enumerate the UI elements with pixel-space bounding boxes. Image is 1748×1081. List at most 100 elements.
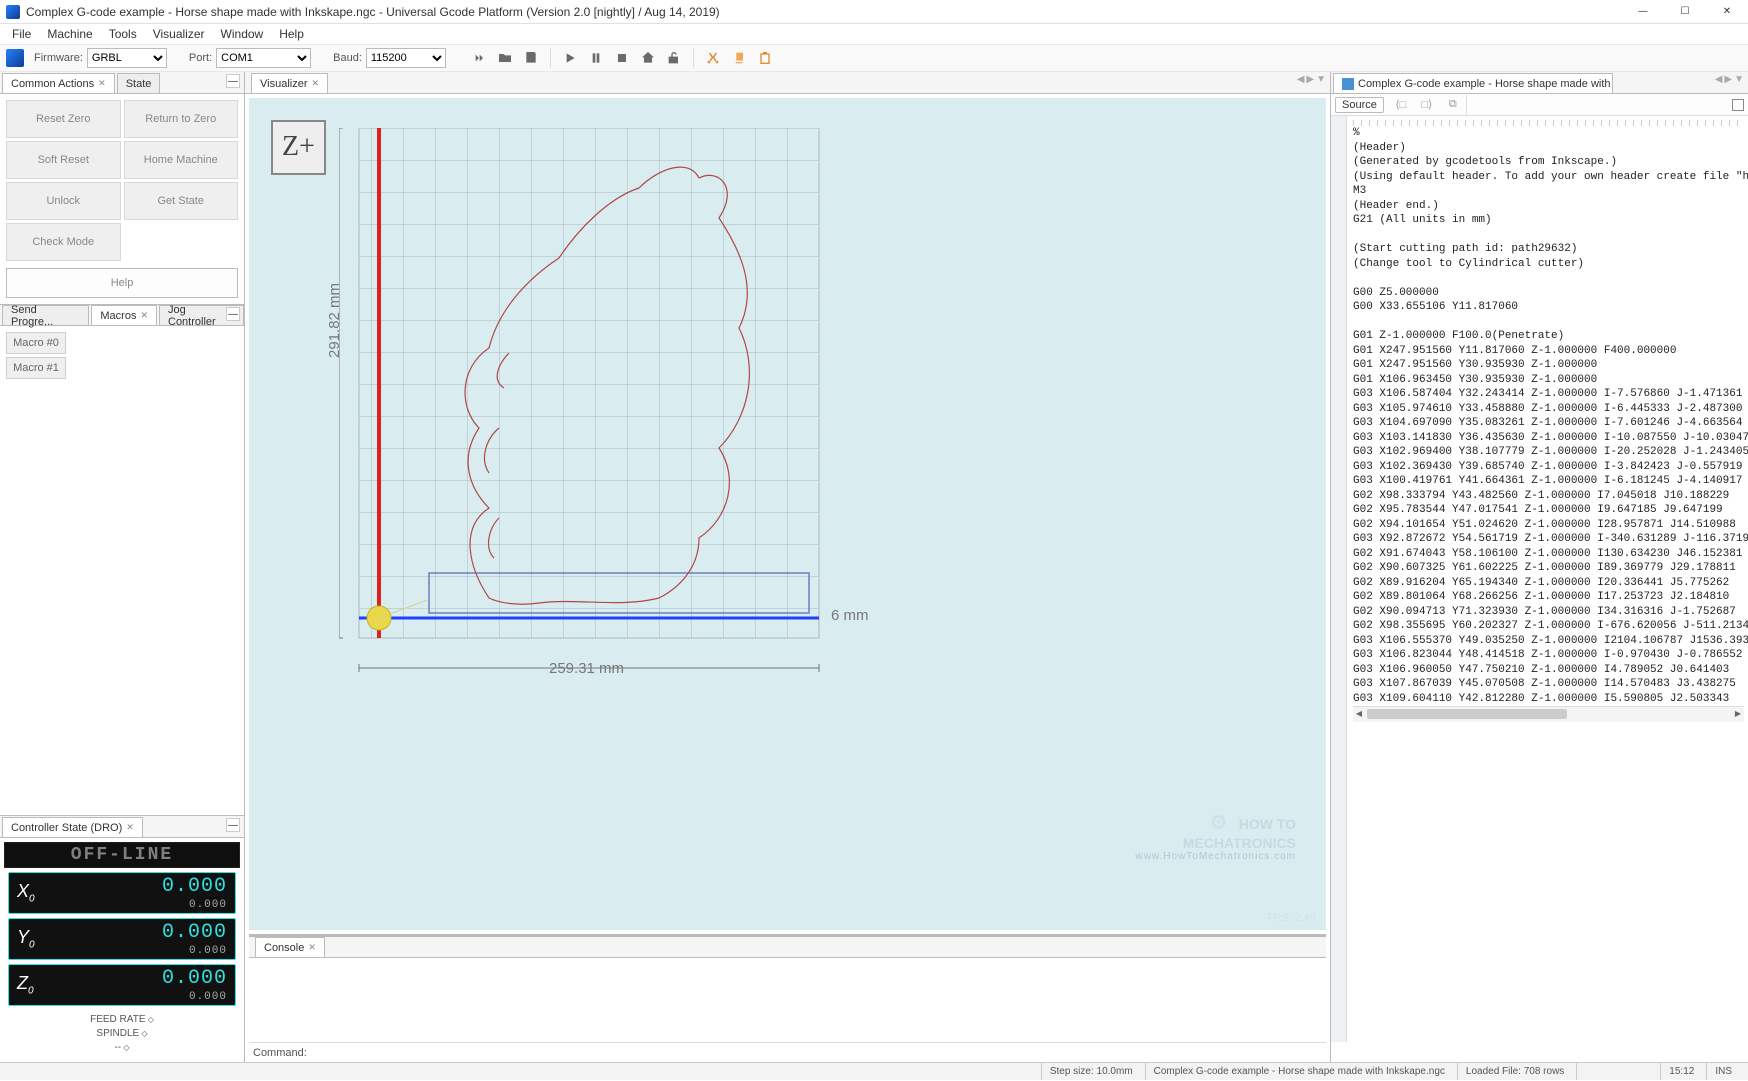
macro-0-button[interactable]: Macro #0 — [6, 332, 66, 354]
tab-console[interactable]: Console✕ — [255, 937, 325, 957]
connect-icon[interactable] — [468, 47, 490, 69]
command-input[interactable] — [311, 1047, 1322, 1059]
home-icon[interactable] — [637, 47, 659, 69]
history-back-icon[interactable]: ⟨□ — [1392, 96, 1410, 114]
firmware-label: Firmware: — [34, 52, 83, 64]
menu-tools[interactable]: Tools — [101, 25, 145, 43]
console-output[interactable] — [249, 958, 1326, 1042]
divider — [550, 48, 551, 68]
menu-visualizer[interactable]: Visualizer — [145, 25, 213, 43]
gutter — [1331, 116, 1347, 1042]
fps-label: FPS: 2.45 — [1267, 912, 1316, 924]
tab-controller-state[interactable]: Controller State (DRO)✕ — [2, 817, 143, 837]
close-icon[interactable]: ✕ — [312, 78, 320, 89]
menu-file[interactable]: File — [4, 25, 39, 43]
console-panel: Console✕ Command: — [249, 934, 1326, 1062]
return-to-zero-button[interactable]: Return to Zero — [124, 100, 239, 138]
help-button[interactable]: Help — [6, 268, 238, 298]
actions-tab-strip: Common Actions✕ State — — [0, 72, 244, 94]
source-subtab[interactable]: Source — [1335, 97, 1384, 113]
axis-z-label: Z0 — [17, 973, 34, 997]
minimize-button[interactable]: — — [1622, 0, 1664, 24]
tab-send-progress[interactable]: Send Progre... — [2, 305, 89, 325]
nav-right-icon[interactable]: ▶ — [1306, 74, 1314, 85]
unlock-button[interactable]: Unlock — [6, 182, 121, 220]
tab-file[interactable]: Complex G-code example - Horse shape mad… — [1333, 73, 1613, 93]
play-icon[interactable] — [559, 47, 581, 69]
close-icon[interactable]: ✕ — [140, 310, 148, 321]
divider — [693, 48, 694, 68]
cut-icon[interactable] — [702, 47, 724, 69]
paste-icon[interactable] — [754, 47, 776, 69]
macro-1-button[interactable]: Macro #1 — [6, 357, 66, 379]
scroll-right-icon[interactable]: ▶ — [1732, 709, 1744, 721]
history-fwd-icon[interactable]: □⟩ — [1418, 96, 1436, 114]
scroll-left-icon[interactable]: ◀ — [1353, 709, 1365, 721]
pause-icon[interactable] — [585, 47, 607, 69]
nav-down-icon[interactable]: ▼ — [1734, 74, 1744, 85]
port-select[interactable]: COM1 — [216, 48, 311, 68]
minimize-panel-icon[interactable]: — — [226, 74, 240, 88]
axis-x-machine: 0.000 — [189, 899, 227, 911]
save-icon[interactable] — [520, 47, 542, 69]
scroll-thumb[interactable] — [1367, 709, 1567, 719]
gcode-text: % (Header) (Generated by gcodetools from… — [1353, 126, 1744, 706]
axis-x[interactable]: X0 0.000 0.000 — [8, 872, 236, 914]
dash: -- — [114, 1042, 129, 1053]
close-icon[interactable]: ✕ — [308, 942, 316, 953]
command-label: Command: — [253, 1047, 307, 1059]
tab-common-actions[interactable]: Common Actions✕ — [2, 73, 115, 93]
main-layout: Common Actions✕ State — Reset Zero Retur… — [0, 72, 1748, 1062]
app-icon-small — [6, 49, 24, 67]
file-icon — [1342, 78, 1354, 90]
axis-x-label: X0 — [17, 881, 35, 905]
maximize-editor-icon[interactable] — [1732, 99, 1744, 111]
get-state-button[interactable]: Get State — [124, 182, 239, 220]
z-plus-button[interactable]: Z+ — [271, 120, 326, 175]
soft-reset-button[interactable]: Soft Reset — [6, 141, 121, 179]
command-row: Command: — [249, 1042, 1326, 1062]
dro-panel: Controller State (DRO)✕ — OFF-LINE X0 0.… — [0, 815, 244, 1062]
close-icon[interactable]: ✕ — [126, 822, 134, 833]
firmware-select[interactable]: GRBL — [87, 48, 167, 68]
copy-icon[interactable] — [728, 47, 750, 69]
diff-icon[interactable]: ⧉ — [1444, 96, 1462, 114]
left-pane: Common Actions✕ State — Reset Zero Retur… — [0, 72, 245, 1062]
dim-x-label: 259.31 mm — [549, 660, 624, 677]
menu-window[interactable]: Window — [213, 25, 272, 43]
nav-down-icon[interactable]: ▼ — [1316, 74, 1326, 85]
visualizer-canvas[interactable]: Z+ — [249, 98, 1326, 930]
baud-label: Baud: — [333, 52, 362, 64]
tab-macros[interactable]: Macros✕ — [91, 305, 157, 325]
h-scrollbar[interactable]: ◀ ▶ — [1353, 706, 1744, 722]
reset-zero-button[interactable]: Reset Zero — [6, 100, 121, 138]
port-label: Port: — [189, 52, 212, 64]
open-icon[interactable] — [494, 47, 516, 69]
check-mode-button[interactable]: Check Mode — [6, 223, 121, 261]
app-icon — [6, 5, 20, 19]
maximize-button[interactable]: ☐ — [1664, 0, 1706, 24]
offline-indicator: OFF-LINE — [4, 842, 240, 868]
nav-left-icon[interactable]: ◀ — [1297, 74, 1305, 85]
tab-state[interactable]: State — [117, 73, 161, 93]
watermark: ⚙ HOW TO MECHATRONICS www.HowToMechatron… — [1135, 810, 1296, 862]
baud-select[interactable]: 115200 — [366, 48, 446, 68]
title-bar: Complex G-code example - Horse shape mad… — [0, 0, 1748, 24]
stop-icon[interactable] — [611, 47, 633, 69]
nav-left-icon[interactable]: ◀ — [1715, 74, 1723, 85]
window-title: Complex G-code example - Horse shape mad… — [26, 5, 1622, 19]
menu-help[interactable]: Help — [271, 25, 312, 43]
close-icon[interactable]: ✕ — [98, 78, 106, 89]
home-machine-button[interactable]: Home Machine — [124, 141, 239, 179]
nav-right-icon[interactable]: ▶ — [1724, 74, 1732, 85]
minimize-panel-icon[interactable]: — — [226, 307, 240, 321]
unlock-icon[interactable] — [663, 47, 685, 69]
menu-machine[interactable]: Machine — [39, 25, 100, 43]
tab-visualizer[interactable]: Visualizer✕ — [251, 73, 328, 93]
axis-y[interactable]: Y0 0.000 0.000 — [8, 918, 236, 960]
rate-info: FEED RATE SPINDLE -- — [4, 1010, 240, 1058]
close-button[interactable]: ✕ — [1706, 0, 1748, 24]
minimize-panel-icon[interactable]: — — [226, 818, 240, 832]
code-area[interactable]: % (Header) (Generated by gcodetools from… — [1331, 116, 1748, 1062]
axis-z[interactable]: Z0 0.000 0.000 — [8, 964, 236, 1006]
